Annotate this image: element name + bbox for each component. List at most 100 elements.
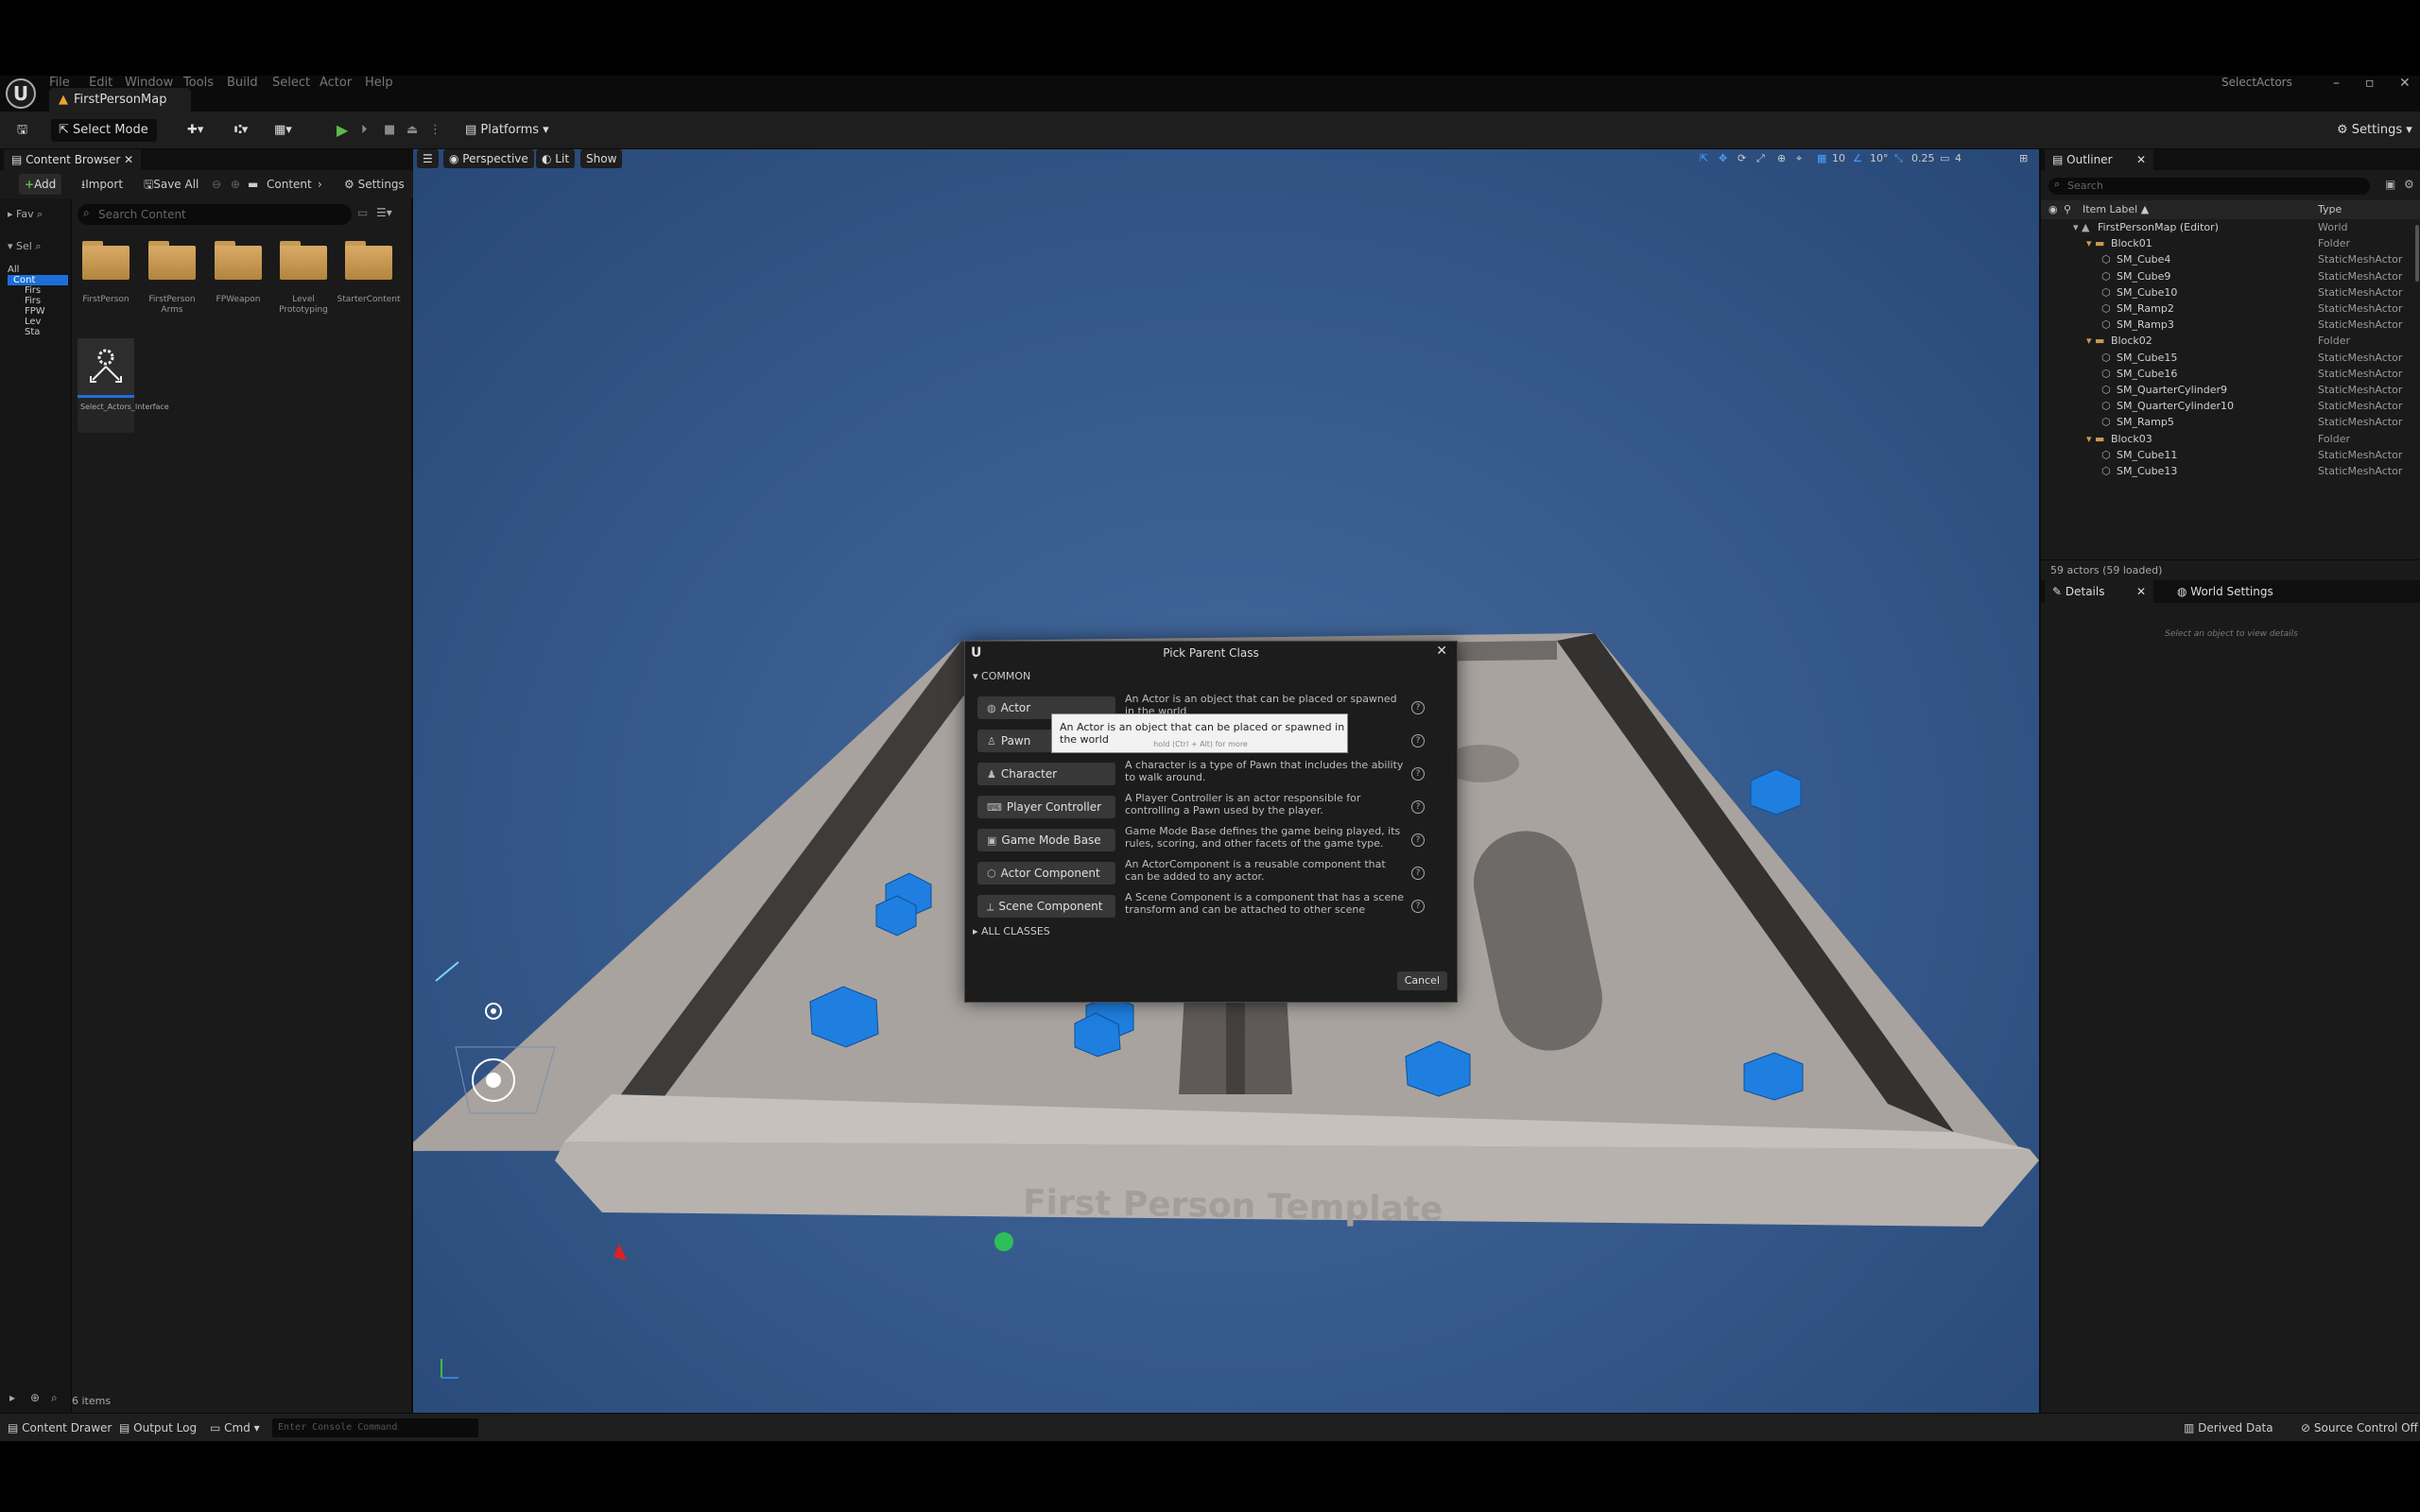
translate-tool-icon[interactable]: ✥ [1716,150,1730,167]
cinematics-icon[interactable]: ▦▾ [267,119,300,142]
all-classes-section-header[interactable]: ▸ ALL CLASSES [973,925,1050,938]
surface-snap-icon[interactable]: ⌖ [1793,150,1805,167]
menu-actor[interactable]: Actor [320,76,352,90]
tree-item-all[interactable]: All [8,265,68,275]
folder-firstpersonarms[interactable] [146,236,199,295]
outliner-row[interactable]: ⬡ SM_Ramp2 StaticMeshActor [2041,301,2414,317]
level-tab[interactable]: ▲ FirstPersonMap [49,88,191,112]
content-search-input[interactable]: Search Content [78,204,352,225]
outliner-row[interactable]: ⬡ SM_QuarterCylinder9 StaticMeshActor [2041,382,2414,398]
outliner-row[interactable]: ⬡ SM_Cube16 StaticMeshActor [2041,366,2414,382]
minimize-icon[interactable]: – [2333,76,2340,91]
tree-item-levelprototyping[interactable]: Lev [8,317,68,327]
rotate-tool-icon[interactable]: ⟳ [1735,150,1749,167]
help-icon[interactable]: ? [1411,701,1425,714]
help-icon[interactable]: ? [1411,833,1425,847]
close-tab-icon[interactable]: ✕ [2136,580,2146,603]
scale-tool-icon[interactable]: ⤢ [1754,150,1768,167]
expand-icon[interactable]: ▸ [9,1391,15,1404]
search-icon[interactable]: ⌕ [51,1391,58,1405]
search-icon[interactable]: ⌕ [35,240,41,252]
content-browser-tab[interactable]: ▤ Content Browser ✕ [4,149,142,170]
blueprint-interface-asset[interactable]: Select_Actors_Interface [78,338,169,433]
class-button-player-controller[interactable]: ⌨ Player Controller [977,796,1115,818]
grid-snap-value[interactable]: 10 [1829,150,1848,167]
play-button[interactable]: ▶ [329,119,355,142]
show-button[interactable]: Show [580,149,623,168]
outliner-row[interactable]: ⬡ SM_Cube4 StaticMeshActor [2041,251,2414,267]
menu-help[interactable]: Help [365,76,393,90]
scale-snap-icon[interactable]: ⤡ [1892,150,1906,167]
item-label-column[interactable]: Item Label ▲ [2083,200,2149,219]
tree-item-fpweapon[interactable]: FPW [8,306,68,317]
viewport-menu-icon[interactable]: ☰ [417,149,439,168]
outliner-row[interactable]: ▾ ▬ Block02 Folder [2041,333,2414,349]
tree-item-content[interactable]: Cont [8,275,68,285]
favorites-row[interactable]: ▸ Fav ⌕ [0,204,72,225]
outliner-row[interactable]: ▾ ▲ FirstPersonMap (Editor) World [2041,219,2414,235]
viewport-layout-icon[interactable]: ⊞ [2016,150,2031,167]
outliner-row[interactable]: ⬡ SM_Cube13 StaticMeshActor [2041,463,2414,479]
maximize-icon[interactable]: ▫ [2365,76,2375,91]
cmd-dropdown[interactable]: ▭ Cmd ▾ [210,1414,260,1442]
folder-startercontent[interactable] [342,236,395,295]
outliner-row[interactable]: ⬡ SM_Cube10 StaticMeshActor [2041,284,2414,301]
class-button-game-mode-base[interactable]: ▣ Game Mode Base [977,829,1115,851]
help-icon[interactable]: ? [1411,767,1425,781]
details-tab[interactable]: ✎ Details ✕ [2045,580,2153,603]
outliner-row[interactable]: ▾ ▬ Block01 Folder [2041,235,2414,251]
class-button-scene-component[interactable]: ⟂ Scene Component [977,895,1115,918]
camera-speed-value[interactable]: 4 [1952,150,1964,167]
help-icon[interactable]: ? [1411,900,1425,913]
visibility-column-icon[interactable]: ◉ [2048,200,2058,219]
outliner-row[interactable]: ⬡ SM_Cube11 StaticMeshActor [2041,447,2414,463]
close-tab-icon[interactable]: ✕ [2136,149,2146,170]
outliner-row[interactable]: ⬡ SM_Ramp3 StaticMeshActor [2041,317,2414,333]
class-button-character[interactable]: ♟ Character [977,763,1115,785]
new-folder-icon[interactable]: ▣ [2385,178,2395,191]
outliner-row[interactable]: ⬡ SM_Cube9 StaticMeshActor [2041,268,2414,284]
outliner-row[interactable]: ▾ ▬ Block03 Folder [2041,431,2414,447]
add-actor-icon[interactable]: ✚▾ [180,119,211,142]
select-tool-icon[interactable]: ⇱ [1697,150,1711,167]
world-settings-tab[interactable]: ◍ World Settings [2169,580,2281,603]
filter-icon[interactable]: ☰▾ [376,206,392,219]
import-button[interactable]: ⭳Import [76,174,129,195]
add-filter-icon[interactable]: ⊕ [30,1391,40,1404]
scale-snap-value[interactable]: 0.25 [1909,150,1938,167]
help-icon[interactable]: ? [1411,867,1425,880]
folder-firstperson[interactable] [79,236,132,295]
search-icon[interactable]: ⌕ [37,208,43,220]
settings-dropdown[interactable]: ⚙ Settings ▾ [2329,119,2420,142]
menu-select[interactable]: Select [272,76,310,90]
tree-item-startercontent[interactable]: Sta [8,327,68,337]
type-column[interactable]: Type [2318,200,2342,219]
breadcrumb-content[interactable]: Content [261,174,318,195]
play-options-icon[interactable]: ⋮ [422,119,449,142]
cancel-button[interactable]: Cancel [1396,971,1447,990]
camera-speed-icon[interactable]: ▭ [1937,150,1952,167]
class-button-actor-component[interactable]: ⬡ Actor Component [977,862,1115,885]
platforms-dropdown[interactable]: ▤ Platforms ▾ [458,119,557,142]
add-button[interactable]: +Add [19,174,62,195]
unreal-logo-icon[interactable]: U [6,78,36,109]
rotation-snap-icon[interactable]: ∠ [1850,150,1865,167]
close-tab-icon[interactable]: ✕ [124,153,133,166]
breadcrumb-chevron-icon[interactable]: › [312,174,328,195]
rotation-snap-value[interactable]: 10° [1867,150,1892,167]
outliner-search-input[interactable]: Search [2048,178,2370,195]
tree-item-firstperson[interactable]: Firs [8,285,68,296]
outliner-scrollbar[interactable] [2415,225,2419,282]
history-back-icon[interactable]: ⊖ [206,174,227,195]
pin-column-icon[interactable]: ⚲ [2064,200,2071,219]
outliner-row[interactable]: ⬡ SM_Cube15 StaticMeshActor [2041,350,2414,366]
close-window-icon[interactable]: ✕ [2399,76,2411,91]
outliner-row[interactable]: ⬡ SM_QuarterCylinder10 StaticMeshActor [2041,398,2414,414]
derived-data-button[interactable]: ▥ Derived Data [2184,1414,2273,1442]
console-command-input[interactable]: Enter Console Command [272,1418,478,1437]
world-space-icon[interactable]: ⊕ [1774,150,1789,167]
blueprint-icon[interactable]: ⑆▾ [227,119,255,142]
content-settings-button[interactable]: ⚙ Settings [338,174,410,195]
lit-button[interactable]: ◐ Lit [536,149,576,168]
folder-fpweapon[interactable] [212,236,265,295]
